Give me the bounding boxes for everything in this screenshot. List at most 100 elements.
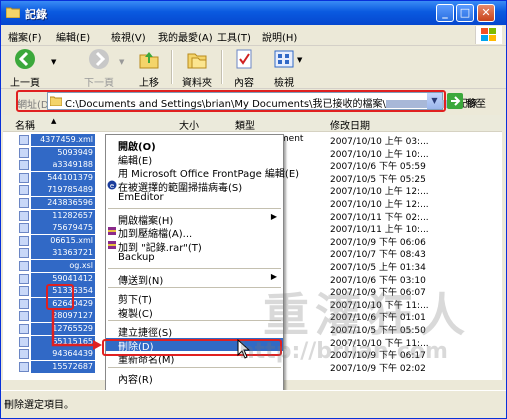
file-name[interactable]: 15572687 <box>31 360 95 373</box>
file-modified: 2007/10/10 上午 10:... <box>330 149 429 160</box>
title-bar[interactable]: 記錄 _ □ ✕ <box>1 1 506 25</box>
column-size[interactable]: 大小 <box>179 117 199 132</box>
context-menu-item[interactable]: 內容(R) <box>106 371 283 386</box>
maximize-icon: □ <box>459 6 471 19</box>
context-menu-item[interactable]: EmEditor <box>106 192 283 205</box>
back-button[interactable]: 上一頁 <box>5 48 45 89</box>
file-modified: 2007/10/11 上午 10:... <box>330 225 429 236</box>
go-arrow-icon <box>447 93 463 109</box>
file-name[interactable]: 65115165 <box>31 335 95 348</box>
context-menu-item[interactable]: 用 Microsoft Office FrontPage 編輯(E) <box>106 165 299 180</box>
context-menu-item[interactable]: 編輯(E) <box>106 152 283 167</box>
context-menu-label: 內容(R) <box>118 374 153 386</box>
toolbar-divider <box>171 50 173 84</box>
menu-help[interactable]: 說明(H) <box>262 29 297 44</box>
menu-favorites[interactable]: 我的最愛(A) <box>158 29 213 44</box>
file-name[interactable]: 5093949 <box>31 146 95 159</box>
close-icon: ✕ <box>481 6 491 19</box>
file-name[interactable]: 75679475 <box>31 222 95 235</box>
column-name[interactable]: 名稱 <box>15 117 35 132</box>
file-name[interactable]: 06615.xml <box>31 234 95 247</box>
file-name[interactable]: 31363721 <box>31 247 95 260</box>
xml-file-icon <box>19 324 29 334</box>
context-menu-item[interactable]: 剪下(T) <box>106 291 283 306</box>
delete-highlight-box <box>102 339 282 356</box>
file-name[interactable]: 4377459.xml <box>31 134 95 146</box>
file-modified: 2007/10/9 下午 06:17 <box>330 351 426 362</box>
xml-file-icon <box>19 198 29 208</box>
file-name[interactable]: 12765529 <box>31 323 95 335</box>
menu-tools[interactable]: 工具(T) <box>217 29 251 44</box>
windows-logo-icon <box>475 26 502 44</box>
file-name[interactable]: 544101379 <box>31 171 95 184</box>
views-dropdown-icon[interactable]: ▼ <box>297 56 302 64</box>
file-name[interactable]: a3349188 <box>31 159 95 172</box>
file-modified: 2007/10/11 下午 02:... <box>330 212 429 223</box>
context-menu-item[interactable]: 開啟(O) <box>106 138 283 153</box>
file-name[interactable]: og.xsl <box>31 260 95 272</box>
file-modified: 2007/10/5 下午 05:50 <box>330 326 426 336</box>
go-button[interactable]: 移至 <box>447 92 503 110</box>
file-modified: 2007/10/6 下午 01:01 <box>330 313 426 324</box>
minimize-icon: _ <box>442 6 448 19</box>
up-label: 上移 <box>139 78 159 89</box>
minimize-button[interactable]: _ <box>436 4 454 22</box>
context-menu-item[interactable]: 傳送到(N) ▶ <box>106 271 283 287</box>
menu-edit[interactable]: 編輯(E) <box>56 29 90 44</box>
folders-button[interactable]: 資料夾 <box>177 48 217 89</box>
column-type[interactable]: 類型 <box>235 117 255 132</box>
file-name[interactable]: 59041412 <box>31 272 95 285</box>
file-modified: 2007/10/10 下午 11:... <box>330 300 429 311</box>
forward-label: 下一頁 <box>84 78 114 89</box>
properties-label: 內容 <box>234 78 254 89</box>
svg-text:e: e <box>110 182 114 190</box>
properties-button[interactable]: 內容 <box>229 48 259 89</box>
file-name[interactable]: 51336354 <box>31 285 95 298</box>
file-name[interactable]: 28097127 <box>31 310 95 323</box>
back-arrow-icon <box>15 49 35 69</box>
maximize-button[interactable]: □ <box>456 4 474 22</box>
forward-dropdown-icon[interactable]: ▼ <box>119 58 124 66</box>
address-highlight-box <box>16 90 446 112</box>
file-name[interactable]: 11282657 <box>31 209 95 222</box>
toolbar: 上一頁 ▼ 下一頁 ▼ 上移 資料夾 內容 檢視 ▼ <box>1 46 506 89</box>
context-menu-label: 複製(C) <box>118 308 153 320</box>
context-menu-item[interactable]: 複製(C) <box>106 305 283 320</box>
context-menu-item[interactable]: 加到 "記錄.rar"(T) <box>106 239 283 254</box>
close-button[interactable]: ✕ <box>477 4 495 22</box>
views-icon <box>274 50 294 68</box>
context-menu-item[interactable]: 開啟檔案(H) ▶ <box>106 211 283 227</box>
submenu-arrow-icon: ▶ <box>270 271 277 281</box>
context-menu-item[interactable]: 加到壓縮檔(A)... <box>106 225 283 240</box>
menu-view[interactable]: 檢視(V) <box>111 29 146 44</box>
forward-button[interactable]: 下一頁 <box>81 48 117 89</box>
submenu-arrow-icon: ▶ <box>270 211 277 221</box>
column-modified[interactable]: 修改日期 <box>330 117 370 132</box>
file-name[interactable]: 62640429 <box>31 297 95 310</box>
context-menu-label: 傳送到(N) <box>118 275 164 287</box>
properties-icon <box>236 49 252 69</box>
menu-file[interactable]: 檔案(F) <box>8 29 42 44</box>
file-name[interactable]: 243836596 <box>31 197 95 209</box>
context-menu-item[interactable]: 建立捷徑(S) <box>106 324 283 339</box>
file-modified: 2007/10/10 下午 11:... <box>330 338 429 349</box>
xml-file-icon <box>19 349 29 360</box>
winrar-icon <box>108 240 116 249</box>
back-dropdown-icon[interactable]: ▼ <box>51 58 56 66</box>
xml-file-icon <box>19 185 29 196</box>
xml-file-icon <box>19 248 29 259</box>
up-button[interactable]: 上移 <box>131 48 167 89</box>
antivirus-icon: e <box>107 180 117 190</box>
views-button[interactable]: 檢視 <box>269 48 299 89</box>
menu-separator <box>108 287 281 288</box>
context-menu-item[interactable]: e 在被選擇的範圍掃描病毒(S) <box>106 179 283 194</box>
context-menu-label: EmEditor <box>118 192 164 203</box>
menu-separator <box>108 320 281 321</box>
list-header: 名稱 ▲ 大小 類型 修改日期 <box>3 115 502 132</box>
xml-file-icon <box>19 261 29 271</box>
file-name[interactable]: 719785489 <box>31 184 95 197</box>
window-title: 記錄 <box>25 8 47 21</box>
views-label: 檢視 <box>274 78 294 89</box>
context-menu-item[interactable]: Backup <box>106 252 283 265</box>
file-name[interactable]: 94364439 <box>31 348 95 361</box>
